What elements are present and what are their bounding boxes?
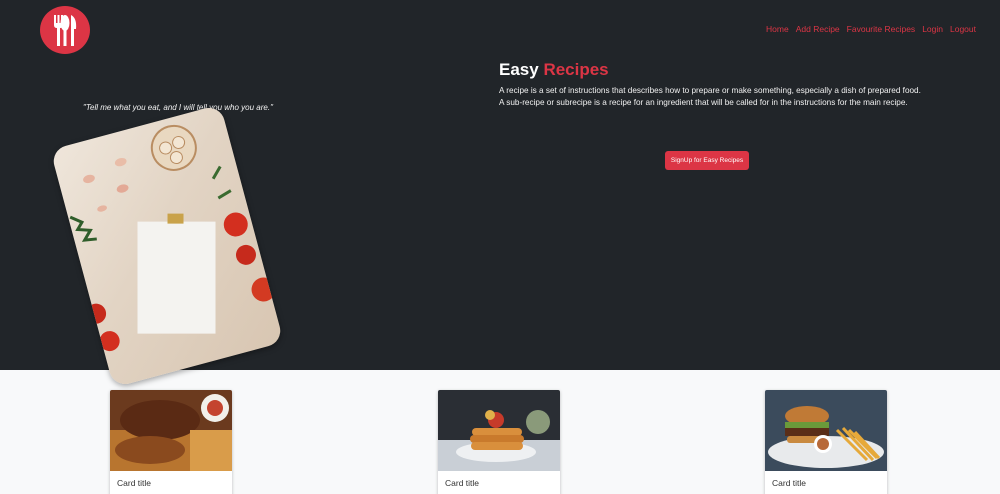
signup-button[interactable]: SignUp for Easy Recipes: [665, 151, 749, 170]
nav-home[interactable]: Home: [766, 24, 789, 34]
chef-hat-utensils-icon: [54, 15, 77, 46]
main-nav: Home Add Recipe Favourite Recipes Login …: [766, 24, 976, 34]
nav-favourite-recipes[interactable]: Favourite Recipes: [847, 24, 916, 34]
recipe-card[interactable]: Card title: [438, 390, 560, 494]
brand-logo[interactable]: [40, 6, 90, 54]
recipe-card[interactable]: Card title: [110, 390, 232, 494]
card-image-biryani: [110, 390, 232, 471]
card-title: Card title: [117, 478, 152, 488]
hero-section: Home Add Recipe Favourite Recipes Login …: [0, 0, 1000, 388]
title-part-easy: Easy: [499, 60, 539, 79]
card-image-pancakes: [438, 390, 560, 471]
nav-add-recipe[interactable]: Add Recipe: [796, 24, 840, 34]
card-image-burger: [765, 390, 887, 471]
card-title: Card title: [445, 478, 480, 488]
card-title: Card title: [772, 478, 807, 488]
hero-title: Easy Recipes: [499, 60, 609, 80]
recipe-card[interactable]: Card title: [765, 390, 887, 494]
nav-logout[interactable]: Logout: [950, 24, 976, 34]
nav-login[interactable]: Login: [922, 24, 943, 34]
hero-quote: "Tell me what you eat, and I will tell y…: [83, 103, 273, 112]
title-part-recipes: Recipes: [543, 60, 609, 79]
hero-photo: [50, 104, 284, 388]
hero-description: A recipe is a set of instructions that d…: [499, 86, 921, 107]
